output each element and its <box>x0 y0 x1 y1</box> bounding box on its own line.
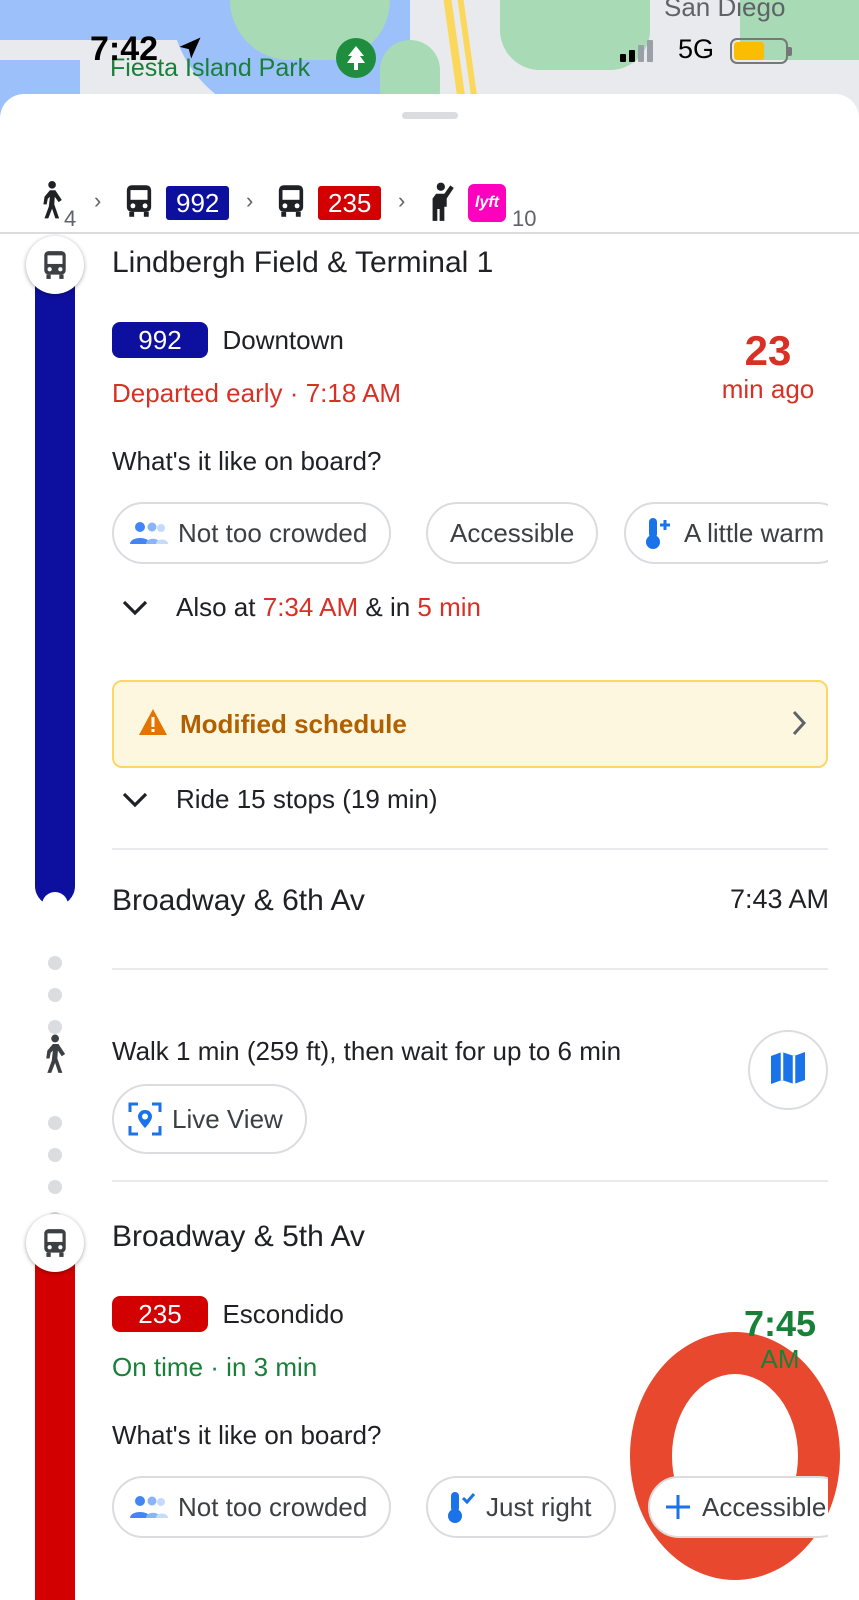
live-view-icon <box>128 1102 162 1136</box>
leg1-route-badge: 992 <box>112 322 208 358</box>
leg1-crowd-chips: Not too crowded Accessible A little warm <box>112 502 828 568</box>
walk-icon <box>40 1034 68 1079</box>
people-icon <box>128 520 168 546</box>
walk-path-dot <box>48 988 62 1002</box>
live-view-button[interactable]: Live View <box>112 1084 307 1154</box>
leg1-destination-stop[interactable]: Broadway & 6th Av <box>112 884 365 918</box>
chip-not-too-crowded[interactable]: Not too crowded <box>112 1476 392 1538</box>
bus-icon <box>276 184 306 223</box>
chip-just-right[interactable]: Just right <box>426 1476 616 1538</box>
lyft-minutes: 10 <box>512 206 537 231</box>
leg1-status: Departed early <box>112 378 283 408</box>
battery-icon <box>730 38 792 64</box>
walk-path-dot <box>48 1180 62 1194</box>
sheet-drag-handle[interactable] <box>402 112 458 119</box>
leg1-eta: 23 min ago <box>708 328 828 405</box>
leg2-onboard-question: What's it like on board? <box>112 1420 382 1450</box>
ride-stops-toggle[interactable]: Ride 15 stops (19 min) <box>122 784 438 815</box>
bus-icon <box>124 184 154 223</box>
route-line-992 <box>35 256 75 906</box>
also-at-mid: & in <box>365 592 411 622</box>
map-city-label: San Diego <box>664 0 786 22</box>
leg2-status-line: On time · in 3 min <box>112 1352 317 1383</box>
leg2-headsign: Escondido <box>222 1299 344 1329</box>
location-arrow-icon <box>176 34 204 67</box>
leg1-eta-value: 23 <box>744 327 792 374</box>
leg1-route-info[interactable]: 992 Downtown <box>112 322 344 358</box>
bus-stop-icon <box>26 236 84 294</box>
divider <box>112 968 828 970</box>
divider <box>112 1180 828 1182</box>
walk-minutes: 4 <box>64 206 77 231</box>
also-at-prefix: Also at <box>176 592 256 622</box>
leg2-route-info[interactable]: 235 Escondido <box>112 1296 344 1332</box>
walk-map-button[interactable] <box>748 1030 828 1110</box>
chip-not-too-crowded[interactable]: Not too crowded <box>112 502 392 564</box>
walk-path-dot <box>48 1020 62 1034</box>
leg2-origin-stop[interactable]: Broadway & 5th Av <box>112 1220 365 1254</box>
chevron-down-icon <box>122 599 148 617</box>
lyft-logo: lyft <box>468 184 506 222</box>
leg1-onboard-question: What's it like on board? <box>112 446 382 476</box>
leg1-separator: · <box>289 378 299 408</box>
route-badge-235: 235 <box>318 186 382 220</box>
leg2-time-unit: AM <box>760 1344 800 1374</box>
leg1-headsign: Downtown <box>222 325 344 355</box>
route-badge-992: 992 <box>166 186 230 220</box>
chevron-down-icon <box>122 791 148 809</box>
walk-path-dot <box>48 1116 62 1130</box>
also-at-toggle[interactable]: Also at 7:34 AM & in 5 min <box>122 592 481 623</box>
chevron-right-icon: › <box>246 188 254 213</box>
chip-a-little-warm[interactable]: A little warm <box>624 502 828 564</box>
leg2-status: On time <box>112 1352 204 1382</box>
bus-stop-icon <box>26 1214 84 1272</box>
directions-sheet: 4 › 992 › 235 › lyft 10 Lindbergh Field … <box>0 94 859 1600</box>
transit-directions-screen: San Diego Fiesta Island Park 7:42 5G 4 › <box>0 0 859 1600</box>
ride-summary: Ride 15 stops (19 min) <box>176 784 438 814</box>
notice-label: Modified schedule <box>180 708 407 739</box>
status-bar-time: 7:42 <box>90 30 159 68</box>
leg1-origin-stop[interactable]: Lindbergh Field & Terminal 1 <box>112 246 493 280</box>
walk-icon <box>38 180 64 225</box>
leg2-separator: · <box>210 1352 219 1382</box>
divider <box>112 848 828 850</box>
chip-accessible[interactable]: Accessible <box>426 502 599 564</box>
walk-instructions: Walk 1 min (259 ft), then wait for up to… <box>112 1036 622 1066</box>
chevron-right-icon: › <box>94 188 102 213</box>
leg2-crowd-chips: Not too crowded Just right Accessible <box>112 1476 828 1542</box>
modified-schedule-notice[interactable]: Modified schedule <box>112 680 828 768</box>
leg2-departure-time: 7:45 AM <box>720 1304 840 1375</box>
also-at-in: 5 min <box>417 592 481 622</box>
network-type: 5G <box>678 34 715 64</box>
leg1-departure-time: 7:18 AM <box>305 378 402 408</box>
chip-accessible[interactable]: Accessible <box>648 1476 828 1538</box>
leg2-route-badge: 235 <box>112 1296 208 1332</box>
leg2-in-text: in 3 min <box>226 1352 318 1382</box>
leg1-arrival-time: 7:43 AM <box>729 884 829 914</box>
leg1-status-line: Departed early · 7:18 AM <box>112 378 401 409</box>
leg2-time-value: 7:45 <box>743 1303 817 1344</box>
live-view-label: Live View <box>172 1103 283 1134</box>
leg1-eta-unit: min ago <box>721 374 815 404</box>
warning-icon <box>138 708 168 741</box>
also-at-time: 7:34 AM <box>262 592 359 622</box>
park-tree-icon[interactable] <box>336 38 376 78</box>
alight-stop-marker <box>42 892 68 918</box>
map-icon <box>768 1048 808 1093</box>
chevron-right-icon: › <box>398 188 406 213</box>
thermometer-check-icon <box>442 1490 476 1524</box>
plus-icon <box>664 1493 692 1521</box>
walk-path-dot <box>48 956 62 970</box>
route-line-235 <box>35 1264 75 1600</box>
people-icon <box>128 1494 168 1520</box>
route-summary[interactable]: 4 › 992 › 235 › lyft 10 <box>0 134 859 234</box>
thermometer-up-icon <box>640 516 674 550</box>
chevron-right-icon <box>790 708 808 743</box>
walk-path-dot <box>48 1148 62 1162</box>
cell-signal-icon <box>620 40 653 62</box>
hail-ride-icon <box>426 182 458 227</box>
